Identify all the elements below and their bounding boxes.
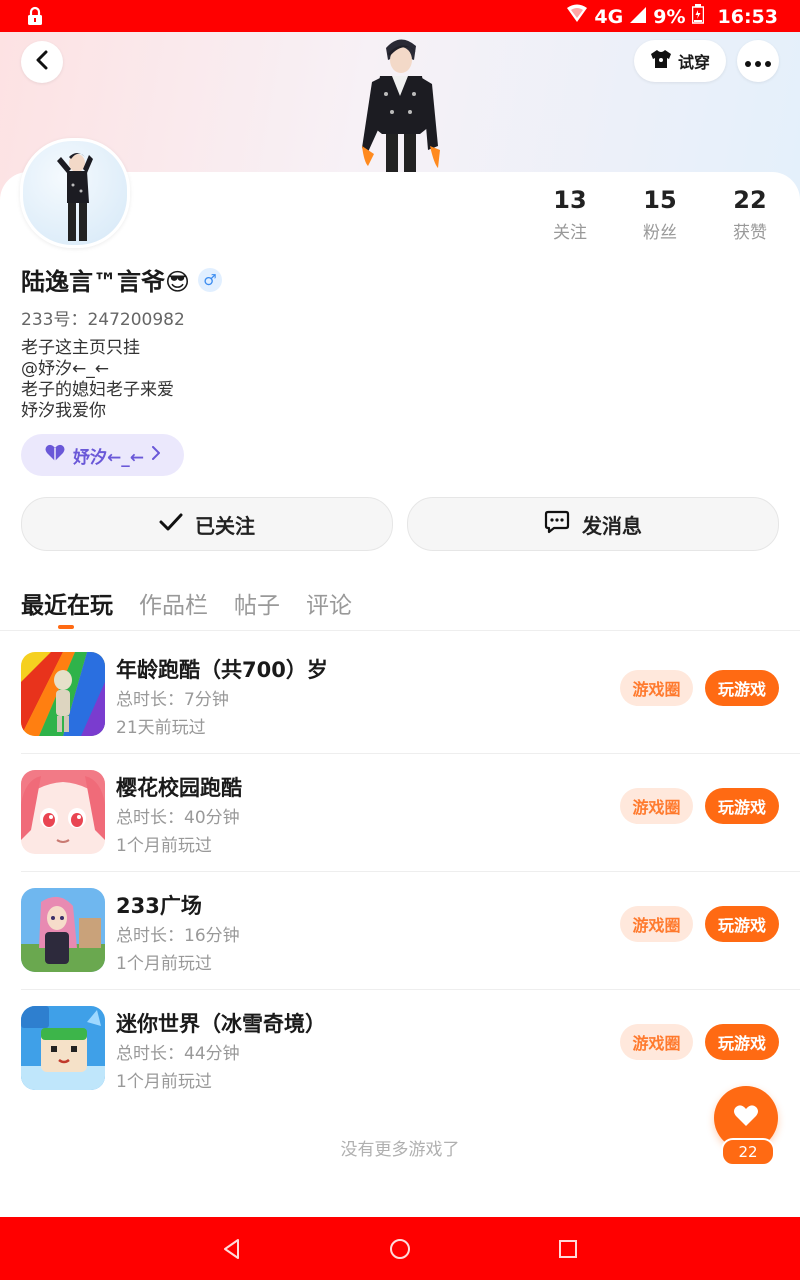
- tab-works[interactable]: 作品栏: [139, 586, 208, 620]
- game-duration: 总时长：7分钟: [116, 690, 229, 710]
- system-nav-bar: [0, 1217, 800, 1280]
- tab-posts[interactable]: 帖子: [234, 586, 280, 620]
- followed-label: 已关注: [195, 513, 255, 538]
- game-name: 迷你世界（冰雪奇境）: [116, 1012, 326, 1036]
- stat-followers[interactable]: 15 粉丝: [620, 186, 700, 243]
- game-icon-mini-world: [21, 1006, 105, 1090]
- chat-bubble-icon: [544, 510, 570, 539]
- avatar-character-figure: [352, 34, 448, 174]
- chevron-right-icon: [152, 445, 161, 465]
- username: 陆逸言™言爷😎: [21, 268, 191, 296]
- tab-comments[interactable]: 评论: [306, 586, 352, 620]
- send-message-button[interactable]: 发消息: [407, 497, 779, 551]
- list-item[interactable]: 樱花校园跑酷 总时长：40分钟 1个月前玩过 游戏圈 玩游戏: [0, 748, 800, 866]
- status-bar: 4G 9% 16:53: [0, 0, 800, 32]
- play-game-button[interactable]: 玩游戏: [705, 1024, 779, 1060]
- game-name: 年龄跑酷（共700）岁: [116, 658, 328, 682]
- followed-button[interactable]: 已关注: [21, 497, 393, 551]
- more-options-button[interactable]: [737, 40, 779, 82]
- username-row: 陆逸言™言爷😎 ♂: [21, 262, 223, 297]
- heart-icon: [733, 1104, 759, 1132]
- nav-home-icon[interactable]: [388, 1237, 412, 1261]
- bio-line: 妤汐我爱你: [21, 401, 106, 421]
- game-circle-button[interactable]: 游戏圈: [620, 788, 693, 824]
- game-last-played: 1个月前玩过: [116, 1072, 212, 1092]
- relationship-tag-label: 妤汐←_←: [73, 447, 144, 468]
- stat-likes-label: 获赞: [733, 223, 767, 243]
- game-duration: 总时长：44分钟: [116, 1044, 240, 1064]
- active-tab-indicator: [58, 625, 74, 629]
- game-last-played: 1个月前玩过: [116, 836, 212, 856]
- bio-line: @妤汐←_←: [21, 359, 109, 379]
- signal-icon: [629, 4, 647, 29]
- nav-recents-icon[interactable]: [556, 1237, 580, 1261]
- battery-percent: 9%: [653, 5, 686, 28]
- game-last-played: 1个月前玩过: [116, 954, 212, 974]
- list-item[interactable]: 233广场 总时长：16分钟 1个月前玩过 游戏圈 玩游戏: [0, 866, 800, 984]
- game-icon-sakura-school-parkour: [21, 770, 105, 854]
- wifi-icon: [566, 4, 588, 29]
- game-circle-button[interactable]: 游戏圈: [620, 1024, 693, 1060]
- try-on-button[interactable]: 试穿: [634, 40, 726, 82]
- play-game-button[interactable]: 玩游戏: [705, 670, 779, 706]
- game-last-played: 21天前玩过: [116, 718, 206, 738]
- try-on-label: 试穿: [677, 53, 710, 72]
- send-message-label: 发消息: [582, 513, 642, 538]
- game-icon-233-plaza: [21, 888, 105, 972]
- stat-following-label: 关注: [553, 223, 587, 243]
- more-dots-icon: [745, 52, 771, 71]
- play-game-button[interactable]: 玩游戏: [705, 788, 779, 824]
- play-game-button[interactable]: 玩游戏: [705, 906, 779, 942]
- lock-icon: [26, 6, 44, 31]
- stat-likes[interactable]: 22 获赞: [710, 186, 790, 243]
- gender-male-icon: ♂: [198, 267, 223, 292]
- list-item[interactable]: 年龄跑酷（共700）岁 总时长：7分钟 21天前玩过 游戏圈 玩游戏: [0, 630, 800, 748]
- bio: 老子这主页只挂 @妤汐←_← 老子的媳妇老子来爱 妤汐我爱你: [21, 338, 174, 422]
- stat-followers-count: 15: [643, 186, 677, 214]
- game-name: 233广场: [116, 894, 202, 918]
- game-circle-button[interactable]: 游戏圈: [620, 670, 693, 706]
- like-count-badge: 22: [721, 1138, 775, 1166]
- clock: 16:53: [717, 5, 778, 28]
- game-name: 樱花校园跑酷: [116, 776, 242, 800]
- heart-icon: [45, 444, 65, 467]
- user-id: 233号：247200982: [21, 310, 185, 330]
- profile-tabs: 最近在玩 作品栏 帖子 评论: [21, 586, 352, 620]
- chevron-left-icon: [35, 50, 49, 74]
- game-duration: 总时长：40分钟: [116, 808, 240, 828]
- stat-following-count: 13: [553, 186, 587, 214]
- stat-followers-label: 粉丝: [643, 223, 677, 243]
- list-item[interactable]: 迷你世界（冰雪奇境） 总时长：44分钟 1个月前玩过 游戏圈 玩游戏: [0, 984, 800, 1102]
- bio-line: 老子这主页只挂: [21, 338, 140, 358]
- tab-recently-played[interactable]: 最近在玩: [21, 586, 113, 620]
- battery-icon: [691, 4, 704, 29]
- avatar[interactable]: [20, 138, 130, 248]
- list-end-text: 没有更多游戏了: [340, 1140, 460, 1160]
- stat-likes-count: 22: [733, 186, 767, 214]
- relationship-tag-chip[interactable]: 妤汐←_←: [21, 434, 184, 476]
- bio-line: 老子的媳妇老子来爱: [21, 380, 174, 400]
- game-duration: 总时长：16分钟: [116, 926, 240, 946]
- nav-back-icon[interactable]: [220, 1237, 244, 1261]
- network-type: 4G: [594, 5, 624, 28]
- back-button[interactable]: [21, 41, 63, 83]
- tshirt-icon: [650, 49, 672, 73]
- game-icon-age-parkour: [21, 652, 105, 736]
- checkmark-icon: [159, 512, 183, 536]
- stat-following[interactable]: 13 关注: [530, 186, 610, 243]
- game-circle-button[interactable]: 游戏圈: [620, 906, 693, 942]
